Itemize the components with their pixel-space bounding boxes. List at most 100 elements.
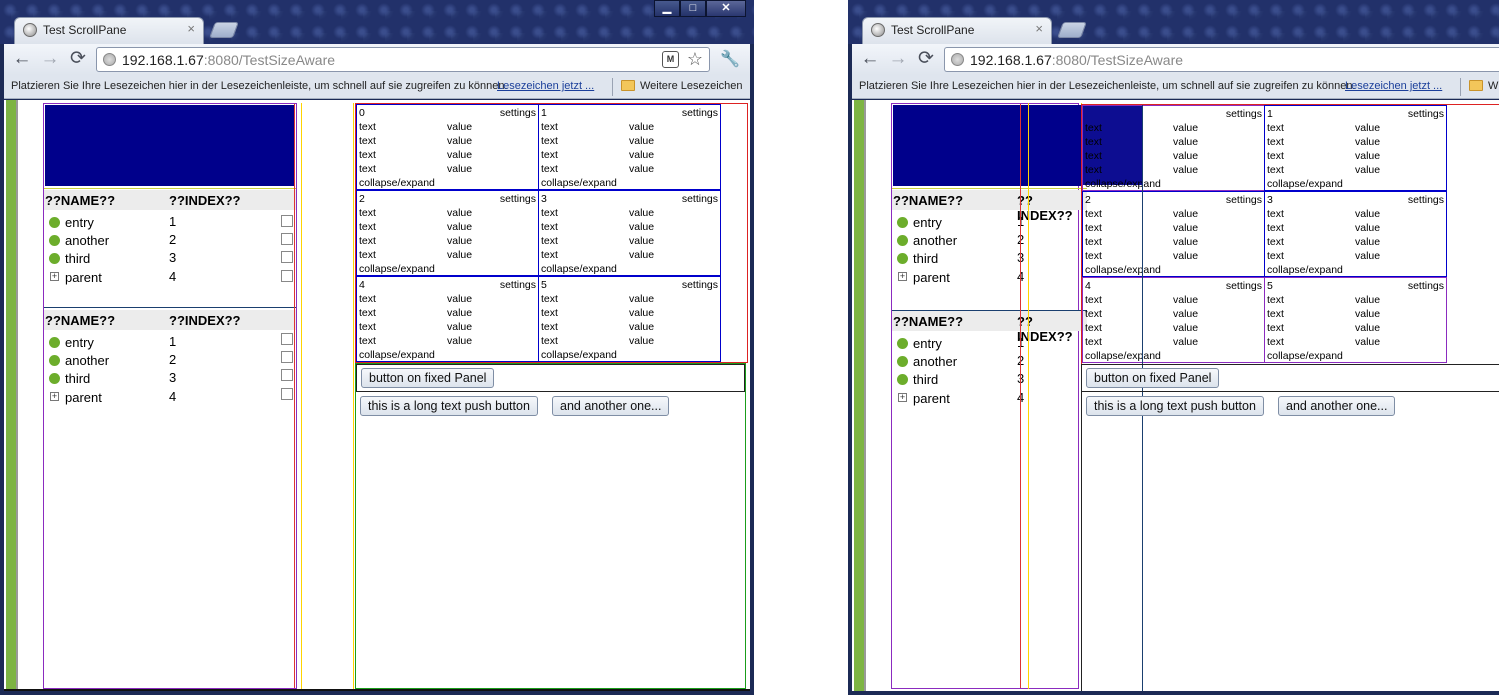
collapse-expand-link[interactable]: collapse/expand <box>1267 263 1343 277</box>
fixed-panel-button[interactable]: button on fixed Panel <box>361 368 495 388</box>
tree-row[interactable]: entry1 <box>44 333 296 352</box>
page-favicon-icon <box>23 23 37 37</box>
card-settings[interactable]: settings <box>500 192 536 206</box>
collapse-expand-link[interactable]: collapse/expand <box>1267 349 1343 363</box>
expand-plus-icon[interactable]: + <box>898 393 907 402</box>
bookmarks-link[interactable]: Lesezeichen jetzt ... <box>1345 80 1442 92</box>
card-settings[interactable]: settings <box>682 106 718 120</box>
leaf-dot-icon <box>897 235 908 246</box>
other-bookmarks-folder[interactable]: Weitere Lesezeichen <box>621 80 743 92</box>
expand-plus-icon[interactable]: + <box>50 392 59 401</box>
browser-tab[interactable]: Test ScrollPane × <box>14 17 204 44</box>
browser-tab[interactable]: Test ScrollPane × <box>862 17 1052 44</box>
other-bookmarks-folder[interactable]: W <box>1469 80 1498 92</box>
card: 3 settings text value text value text value … <box>1264 191 1447 277</box>
another-button[interactable]: and another one... <box>1278 396 1396 416</box>
green-bar <box>854 100 864 691</box>
tree-row[interactable]: +parent4 <box>44 388 296 407</box>
long-text-button[interactable]: this is a long text push button <box>1086 396 1264 416</box>
fixed-panel-button[interactable]: button on fixed Panel <box>1086 368 1220 388</box>
card-grid: 0 settings text value text value text value … <box>355 103 748 363</box>
tab-close-icon[interactable]: × <box>1035 21 1043 36</box>
card-grid: settings text value text value text value t… <box>1081 104 1499 691</box>
row-checkbox[interactable] <box>281 333 293 345</box>
forward-arrow-icon[interactable]: → <box>38 49 62 69</box>
row-checkbox[interactable] <box>281 215 293 227</box>
collapse-expand-link[interactable]: collapse/expand <box>541 262 617 276</box>
reload-icon[interactable]: ⟳ <box>66 49 90 69</box>
expand-plus-icon[interactable]: + <box>898 272 907 281</box>
fixed-panel: button on fixed Panel <box>356 364 745 392</box>
card: 2 settings text value text value text value … <box>1082 191 1265 277</box>
new-tab-button[interactable] <box>1057 22 1087 38</box>
row-checkbox[interactable] <box>281 369 293 381</box>
minimize-button[interactable]: ▁ <box>654 0 680 17</box>
bookmarks-link[interactable]: Lesezeichen jetzt ... <box>497 80 594 92</box>
tree-table-1: ??NAME?? ??INDEX?? entry1 another2 third… <box>44 188 296 308</box>
collapse-expand-link[interactable]: collapse/expand <box>541 348 617 362</box>
back-arrow-icon[interactable]: ← <box>858 49 882 69</box>
green-bar <box>6 100 16 691</box>
row-checkbox[interactable] <box>281 351 293 363</box>
extension-icon[interactable]: M <box>662 51 679 68</box>
tree-row[interactable]: another2 <box>44 351 296 370</box>
globe-icon <box>951 53 964 66</box>
lower-panel: button on fixed Panel this is a long tex… <box>355 363 746 689</box>
tree-row[interactable]: another2 <box>44 232 296 250</box>
tree-row[interactable]: entry1 <box>44 214 296 232</box>
card-settings[interactable]: settings <box>500 278 536 292</box>
address-bar[interactable]: 192.168.1.67:8080/TestSizeAware M ☆ <box>96 47 710 72</box>
tree-panel-edge <box>294 104 296 688</box>
tab-close-icon[interactable]: × <box>187 21 195 36</box>
collapse-expand-link[interactable]: collapse/expand <box>359 176 435 190</box>
collapse-expand-link[interactable]: collapse/expand <box>1085 177 1161 191</box>
address-bar[interactable]: 192.168.1.67:8080/TestSizeAware <box>944 47 1499 72</box>
col-name-header: ??NAME?? <box>45 193 116 208</box>
card-settings[interactable]: settings <box>682 278 718 292</box>
card-settings[interactable]: settings <box>1408 193 1444 207</box>
bookmarks-divider <box>1460 78 1461 96</box>
browser-toolbar: ← → ⟳ 192.168.1.67:8080/TestSizeAware M … <box>4 44 750 75</box>
card-settings[interactable]: settings <box>682 192 718 206</box>
tree-row[interactable]: third3 <box>44 250 296 268</box>
wrench-menu-icon[interactable]: 🔧 <box>720 49 740 69</box>
row-checkbox[interactable] <box>281 388 293 400</box>
collapse-expand-link[interactable]: collapse/expand <box>1085 263 1161 277</box>
tree-row[interactable]: +parent4 <box>44 269 296 287</box>
row-checkbox[interactable] <box>281 270 293 282</box>
collapse-expand-link[interactable]: collapse/expand <box>1267 177 1343 191</box>
card-settings[interactable]: settings <box>1408 279 1444 293</box>
tree-row[interactable]: third3 <box>44 369 296 388</box>
long-text-button[interactable]: this is a long text push button <box>360 396 538 416</box>
collapse-expand-link[interactable]: collapse/expand <box>359 348 435 362</box>
globe-icon <box>103 53 116 66</box>
another-button[interactable]: and another one... <box>552 396 670 416</box>
browser-window-right: Test ScrollPane × ← → ⟳ 192.168.1.67:808… <box>848 0 1499 695</box>
card-settings[interactable]: settings <box>1226 107 1262 121</box>
card-settings[interactable]: settings <box>1226 279 1262 293</box>
expand-plus-icon[interactable]: + <box>50 272 59 281</box>
col-index-header: ??INDEX?? <box>169 193 241 208</box>
bookmarks-prompt: Platzieren Sie Ihre Lesezeichen hier in … <box>11 80 508 92</box>
collapse-expand-link[interactable]: collapse/expand <box>1085 349 1161 363</box>
bookmark-star-icon[interactable]: ☆ <box>687 49 703 69</box>
collapse-expand-link[interactable]: collapse/expand <box>541 176 617 190</box>
tree-panel: ??NAME?? ??INDEX?? entry1 another2 third… <box>43 103 297 689</box>
row-checkbox[interactable] <box>281 233 293 245</box>
leaf-dot-icon <box>49 235 60 246</box>
new-tab-button[interactable] <box>209 22 239 38</box>
back-arrow-icon[interactable]: ← <box>10 49 34 69</box>
navy-block <box>45 105 295 186</box>
card-settings[interactable]: settings <box>500 106 536 120</box>
divider <box>16 100 18 691</box>
reload-icon[interactable]: ⟳ <box>914 49 938 69</box>
leaf-dot-icon <box>49 217 60 228</box>
card-settings[interactable]: settings <box>1408 107 1444 121</box>
row-checkbox[interactable] <box>281 251 293 263</box>
bottom-edge <box>4 689 750 691</box>
card-settings[interactable]: settings <box>1226 193 1262 207</box>
maximize-button[interactable]: □ <box>680 0 706 17</box>
collapse-expand-link[interactable]: collapse/expand <box>359 262 435 276</box>
close-window-button[interactable]: ✕ <box>706 0 746 17</box>
forward-arrow-icon[interactable]: → <box>886 49 910 69</box>
